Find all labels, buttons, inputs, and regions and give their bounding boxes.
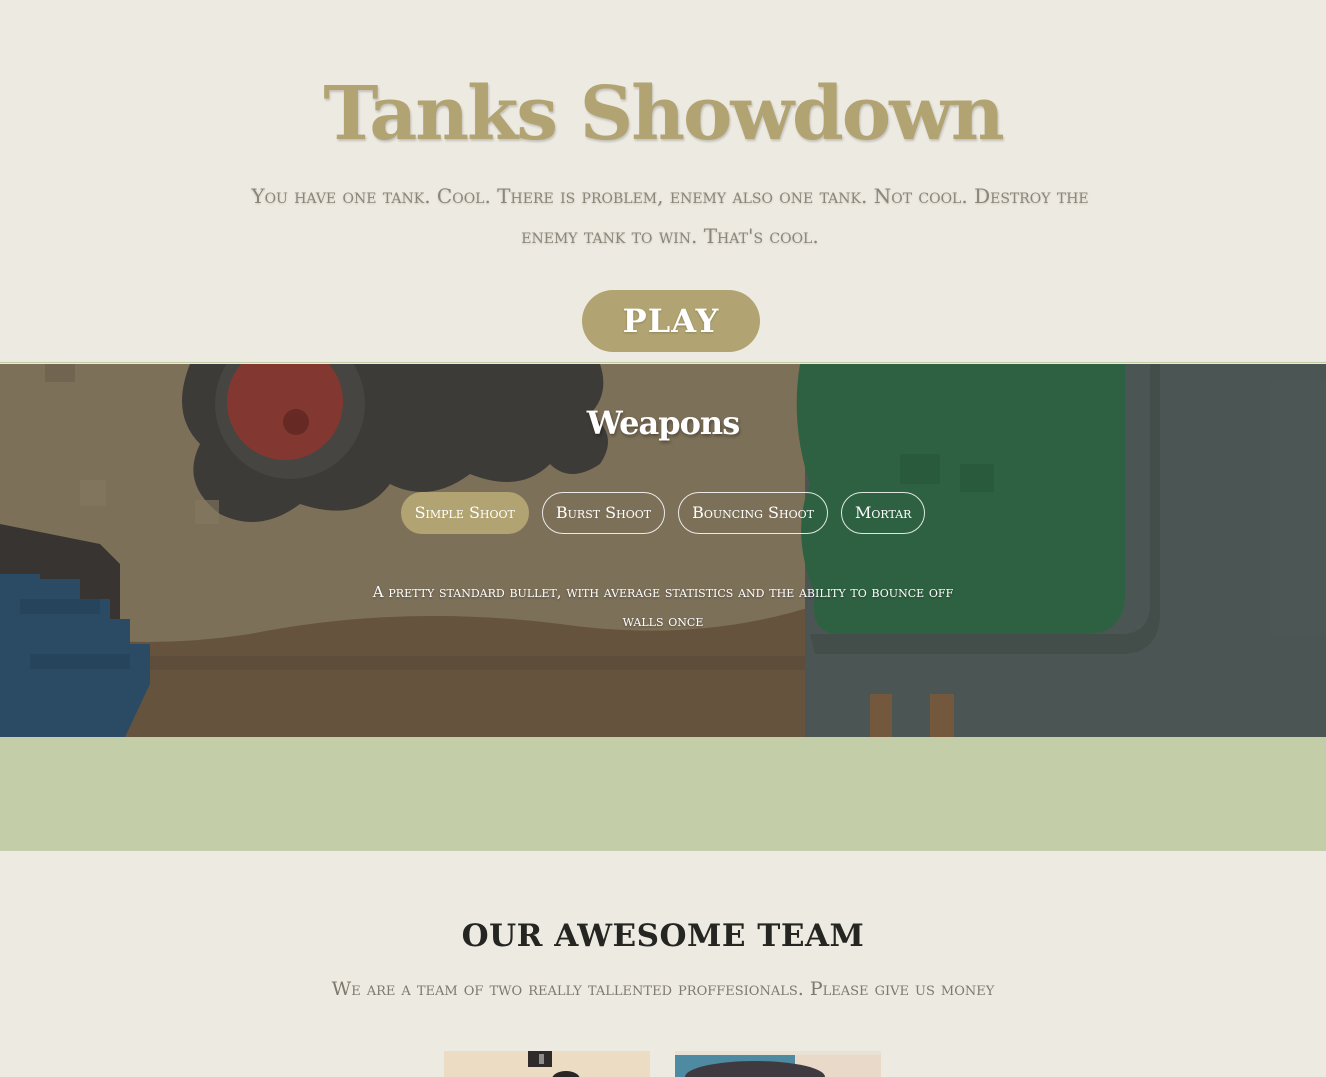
tab-bouncing-shoot[interactable]: Bouncing Shoot [678, 492, 828, 534]
team-member-photo [675, 1051, 881, 1077]
hero-subtitle: You have one tank. Cool. There is proble… [251, 184, 1089, 248]
weapon-description: A pretty standard bullet, with average s… [372, 583, 954, 630]
hero-title: Tanks Showdown [323, 71, 1004, 157]
tab-simple-shoot[interactable]: Simple Shoot [400, 492, 529, 534]
team-photo-image [675, 1051, 881, 1077]
team-photo-image [444, 1051, 650, 1077]
weapons-title: Weapons [586, 404, 740, 442]
weapons-section: Weapons Simple Shoot Burst Shoot Bouncin… [0, 364, 1326, 737]
team-subtitle: We are a team of two really tallented pr… [331, 978, 995, 1000]
weapon-tabs: Simple Shoot Burst Shoot Bouncing Shoot … [0, 492, 1326, 534]
play-button[interactable]: PLAY [582, 290, 760, 352]
tab-mortar[interactable]: Mortar [840, 492, 926, 534]
hero-section: Tanks Showdown You have one tank. Cool. … [0, 0, 1326, 363]
divider-band [0, 737, 1326, 851]
team-member-photo [444, 1051, 650, 1077]
team-title: OUR AWESOME TEAM [461, 918, 865, 954]
tab-burst-shoot[interactable]: Burst Shoot [541, 492, 666, 534]
